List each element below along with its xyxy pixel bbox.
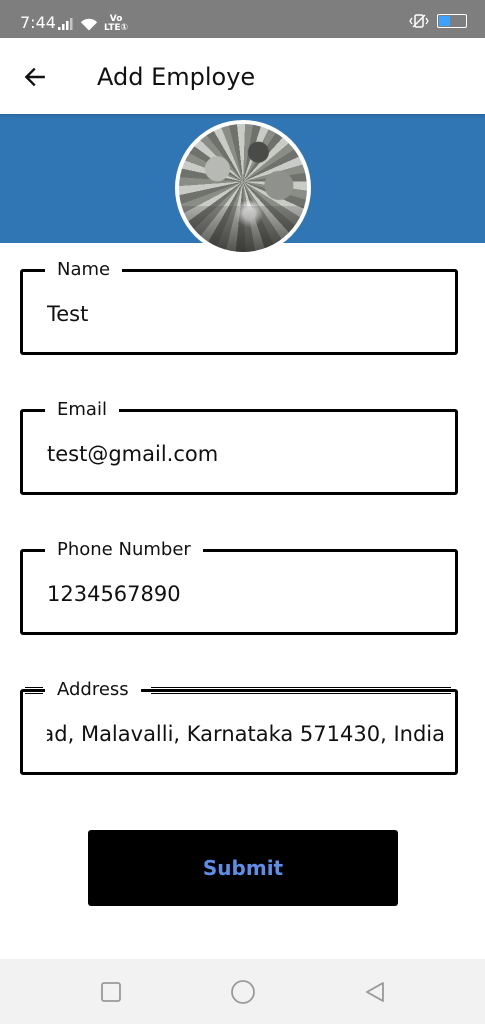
border-artifact-right <box>151 687 451 694</box>
recents-square-icon <box>101 982 121 1002</box>
email-field-value[interactable]: test@gmail.com <box>47 440 445 468</box>
status-bar: 7:44 Vo LTE① <box>0 0 485 38</box>
name-field-value[interactable]: Test <box>47 300 445 328</box>
submit-button[interactable]: Submit <box>88 830 398 906</box>
status-time: 7:44 <box>20 13 56 32</box>
volte-indicator: Vo LTE① <box>104 15 128 33</box>
name-field[interactable]: Name Test <box>20 257 458 355</box>
recents-button[interactable] <box>96 977 126 1007</box>
email-field[interactable]: Email test@gmail.com <box>20 397 458 495</box>
app-bar: Add Employe <box>0 38 485 114</box>
status-icons-right <box>409 14 467 28</box>
volte-bottom-label: LTE① <box>104 23 129 33</box>
address-field-text: oad, Malavalli, Karnataka 571430, India <box>47 722 445 746</box>
system-nav-bar <box>0 959 485 1024</box>
back-triangle-icon <box>366 982 384 1002</box>
phone-number-field-label: Phone Number <box>45 537 203 563</box>
phone-number-field[interactable]: Phone Number 1234567890 <box>20 537 458 635</box>
wifi-icon <box>80 18 98 30</box>
home-circle-icon <box>231 980 255 1004</box>
home-button[interactable] <box>228 977 258 1007</box>
email-field-label: Email <box>45 397 119 423</box>
phone-number-field-value[interactable]: 1234567890 <box>47 580 445 608</box>
back-button[interactable] <box>18 60 52 94</box>
vibrate-icon <box>409 14 429 28</box>
battery-level-fill <box>439 16 451 26</box>
system-back-button[interactable] <box>360 977 390 1007</box>
signal-icon <box>58 18 73 30</box>
profile-avatar[interactable] <box>175 120 311 256</box>
address-field[interactable]: Address oad, Malavalli, Karnataka 571430… <box>20 677 458 775</box>
arrow-left-icon <box>24 67 45 87</box>
address-field-label: Address <box>45 677 141 703</box>
name-field-label: Name <box>45 257 123 283</box>
avatar-photo <box>179 124 307 252</box>
battery-icon <box>437 14 467 28</box>
address-field-value[interactable]: oad, Malavalli, Karnataka 571430, India <box>47 720 445 748</box>
page-title: Add Employe <box>97 63 256 91</box>
border-artifact-left <box>25 687 43 694</box>
status-icons-left: Vo LTE① <box>58 15 128 33</box>
